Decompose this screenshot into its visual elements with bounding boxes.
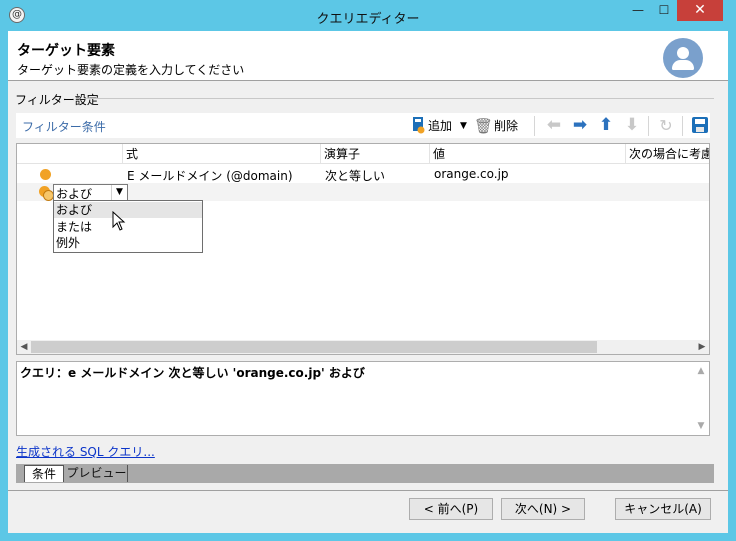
arrow-down-icon[interactable]: ⬇ [622,115,642,135]
wizard-header: ターゲット要素 ターゲット要素の定義を入力してください [8,31,728,81]
cell-operator: 次と等しい [325,169,386,183]
page-subtitle: ターゲット要素の定義を入力してください [17,63,245,77]
add-icon[interactable] [410,116,426,136]
cell-expression: E メールドメイン (@domain) [127,169,293,183]
dropdown-option-except[interactable]: 例外 [54,235,202,251]
delete-button[interactable]: 削除 [494,116,518,136]
close-button[interactable]: ✕ [677,0,723,21]
minimize-button[interactable]: — [625,0,651,21]
arrow-right-icon[interactable]: ➡ [570,115,590,135]
col-header-operator[interactable]: 演算子 [321,144,430,164]
horizontal-scrollbar[interactable]: ◀ ▶ [17,340,709,354]
filter-conditions-label: フィルター条件 [22,120,106,134]
page-title: ターゲット要素 [17,43,115,59]
toolbar-separator [682,116,683,136]
col-header-consider[interactable]: 次の場合に考慮 [626,144,709,164]
user-icon [663,38,703,78]
tab-conditions[interactable]: 条件 [24,465,64,482]
query-preview[interactable]: クエリ：e メールドメイン 次と等しい 'orange.co.jp' および ▲… [16,361,710,436]
next-button[interactable]: 次へ(N) > [501,498,585,520]
scroll-thumb[interactable] [31,341,597,353]
chevron-down-icon[interactable]: ▼ [460,116,467,136]
dropdown-option-and[interactable]: および [54,202,202,218]
table-row[interactable]: E メールドメイン (@domain) 次と等しい orange.co.jp [17,165,709,183]
refresh-icon[interactable]: ↻ [656,116,676,136]
toolbar-separator [648,116,649,136]
group-label: フィルター設定 [15,93,99,107]
scroll-down-icon[interactable]: ▼ [693,419,709,433]
scroll-left-icon[interactable]: ◀ [17,340,31,354]
scroll-up-icon[interactable]: ▲ [693,364,709,378]
group-operator-icon [39,186,54,201]
query-text: クエリ：e メールドメイン 次と等しい 'orange.co.jp' および [20,366,365,380]
condition-dot-icon [40,169,51,180]
operator-dropdown-list[interactable]: および または 例外 [53,200,203,253]
arrow-up-icon[interactable]: ⬆ [596,115,616,135]
conditions-grid[interactable]: 式 演算子 値 次の場合に考慮 E メールドメイン (@domain) 次と等し… [16,143,710,355]
cell-value: orange.co.jp [434,167,509,181]
footer-divider [8,490,728,491]
cancel-button[interactable]: キャンセル(A) [615,498,711,520]
title-bar[interactable]: @ クエリエディター — ☐ ✕ [0,0,736,31]
col-header-blank [17,144,123,164]
generated-sql-link[interactable]: 生成される SQL クエリ... [16,443,155,460]
query-editor-window: @ クエリエディター — ☐ ✕ ターゲット要素 ターゲット要素の定義を入力して… [0,0,736,541]
tab-preview[interactable]: プレビュー [66,465,128,482]
previous-button[interactable]: < 前へ(P) [409,498,493,520]
toolbar-separator [534,116,535,136]
vertical-scrollbar[interactable]: ▲ ▼ [693,362,709,435]
arrow-left-icon[interactable]: ⬅ [544,115,564,135]
tab-bar: 条件 プレビュー [16,464,714,483]
dropdown-option-or[interactable]: または [54,219,202,235]
table-row[interactable]: および ▼ [17,183,709,201]
trash-icon[interactable]: 🗑 [474,116,493,136]
chevron-down-icon[interactable]: ▼ [111,185,127,200]
filter-toolbar: フィルター条件 追加 ▼ 🗑 削除 ⬅ ➡ ⬆ ⬇ ↻ [16,113,710,138]
logical-operator-select[interactable]: および ▼ [53,184,128,201]
maximize-button[interactable]: ☐ [651,0,677,21]
mouse-cursor-icon [112,211,126,231]
add-button[interactable]: 追加 [428,116,452,136]
save-icon[interactable] [692,117,708,133]
col-header-value[interactable]: 値 [430,144,626,164]
group-divider [86,98,714,99]
dialog-body: ターゲット要素 ターゲット要素の定義を入力してください フィルター設定 フィルタ… [8,31,728,533]
col-header-expression[interactable]: 式 [123,144,321,164]
scroll-right-icon[interactable]: ▶ [695,340,709,354]
